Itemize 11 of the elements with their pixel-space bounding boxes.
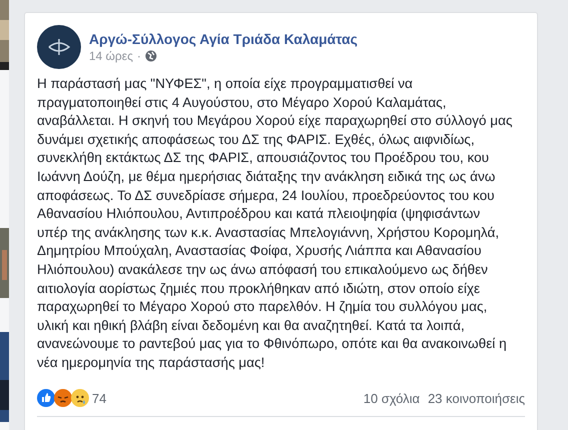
angry-face-icon[interactable] (54, 389, 72, 408)
logo-icon (37, 25, 81, 69)
post-time-link[interactable]: 14 ώρες (89, 48, 134, 64)
page-name-link[interactable]: Αργώ-Σύλλογος Αγία Τριάδα Καλαμάτας (89, 30, 358, 48)
sad-face-icon[interactable] (71, 389, 89, 408)
post-text: Η παράστασή μας "ΝΥΦΕΣ", η οποία είχε προγραμματισθεί να πραγματοποιηθεί στις 4 Αυγούστου, στο Μέγαρο Χορού Καλαμάτας, αναβάλλεται. Η σκηνή του Μεγάρου Χορού είχε παραχωρηθεί στο σύλλογό μας δυνάμει σχετικής αποφάσεως του ΔΣ της ΦΑΡΙΣ. Εχθές, όλως αιφνιδίως, συνεκλήθη εκτάκτως ΔΣ της ΦΑΡΙΣ, απουσιάζοντος του Προέδρου του, κου Ιωάννη Δούζη, με θέμα ημερήσιας διάταξης την ανάκληση ειδικά της ως άνω αποφάσεως. Το ΔΣ συνεδρίασε σήμερα, 24 Ιουλίου, προεδρεύοντος του κου Αθανασίου Ηλιόπουλου, Αντιπροέδρου και κατά πλειοψηφία (ψηφισάντων υπέρ της ανάκλησης των κ.κ. Αναστασίας Μπελογιάννη, Χρήστου Κορομηλά, Δημητρίου Μπούχαλη, Αναστασίας Φοίφα, Χρυσής Λιάππα και Αθανασίου Ηλιόπουλου) ανακάλεσε την ως άνω απόφασή του επικαλούμενο ως δήθεν αιτιολογία αορίστως ζημιές που προκλήθηκαν από ιδιώτη, στον οποίο είχε παραχωρηθεί το Μέγαρο Χορού στο παρελθόν. Η ζημία του συλλόγου μας, υλική και ηθική βλάβη είναι δεδομένη και θα αναζητηθεί. Κατά τα λοιπά, ανανεώνουμε το ραντεβού μας για το Φθινόπωρο, οπότε και θα ανακοινωθεί η νέα ημερομηνία της παράστασής μας! (37, 75, 514, 372)
separator-dot: · (137, 48, 142, 64)
comments-link[interactable]: 10 σχόλια (363, 388, 420, 408)
like-reaction-icon[interactable] (37, 389, 55, 408)
reaction-count[interactable]: 74 (92, 388, 106, 408)
shares-link[interactable]: 23 κοινοποιήσεις (428, 388, 525, 408)
